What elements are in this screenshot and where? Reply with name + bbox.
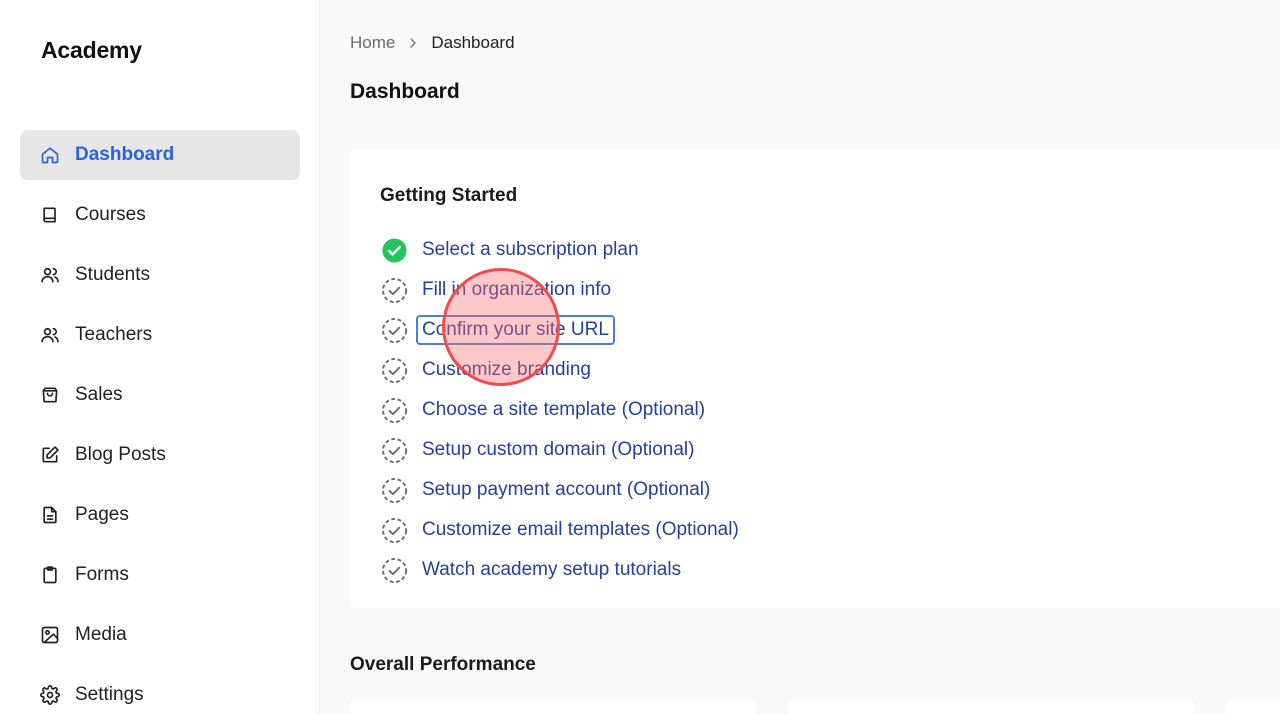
- book-icon: [40, 205, 60, 225]
- main-content: Home Dashboard Dashboard Getting Started…: [321, 0, 1280, 714]
- edit-icon: [40, 445, 60, 465]
- chevron-right-icon: [407, 37, 419, 49]
- sidebar-item-label: Dashboard: [75, 144, 175, 165]
- sidebar-item-forms[interactable]: Forms: [20, 550, 300, 600]
- list-item: Customize email templates (Optional): [380, 510, 745, 550]
- step-link[interactable]: Watch academy setup tutorials: [416, 555, 687, 585]
- dashed-check-circle-icon: [380, 396, 408, 424]
- sidebar-item-sales[interactable]: Sales: [20, 370, 300, 420]
- clipboard-icon: [40, 565, 60, 585]
- sidebar-item-label: Sales: [75, 384, 123, 405]
- step-link[interactable]: Choose a site template (Optional): [416, 395, 711, 425]
- step-link[interactable]: Select a subscription plan: [416, 235, 645, 265]
- sidebar-item-settings[interactable]: Settings: [20, 670, 300, 714]
- list-item: Watch academy setup tutorials: [380, 550, 745, 590]
- dashed-check-circle-icon: [380, 516, 408, 544]
- sidebar-item-media[interactable]: Media: [20, 610, 300, 660]
- users-icon: [40, 325, 60, 345]
- performance-card: [1226, 700, 1280, 714]
- sidebar-item-students[interactable]: Students: [20, 250, 300, 300]
- sidebar-item-pages[interactable]: Pages: [20, 490, 300, 540]
- check-circle-icon: [380, 236, 408, 264]
- performance-card: [788, 700, 1194, 714]
- getting-started-title: Getting Started: [380, 185, 518, 206]
- step-link[interactable]: Confirm your site URL: [416, 315, 615, 345]
- list-item: Fill in organization info: [380, 270, 745, 310]
- dashed-check-circle-icon: [380, 276, 408, 304]
- gear-icon: [40, 685, 60, 705]
- list-item: Setup payment account (Optional): [380, 470, 745, 510]
- step-link[interactable]: Customize email templates (Optional): [416, 515, 745, 545]
- sidebar-item-label: Pages: [75, 504, 129, 525]
- breadcrumb-current: Dashboard: [431, 33, 515, 52]
- breadcrumb-home-link[interactable]: Home: [350, 33, 395, 53]
- list-item: Confirm your site URL: [380, 310, 745, 350]
- overall-performance-title: Overall Performance: [350, 654, 536, 675]
- users-icon: [40, 265, 60, 285]
- step-link[interactable]: Fill in organization info: [416, 275, 617, 305]
- document-icon: [40, 505, 60, 525]
- sidebar-item-blog-posts[interactable]: Blog Posts: [20, 430, 300, 480]
- dashed-check-circle-icon: [380, 316, 408, 344]
- getting-started-list: Select a subscription plan Fill in organ…: [380, 230, 745, 590]
- image-icon: [40, 625, 60, 645]
- home-icon: [40, 145, 60, 165]
- sidebar-item-label: Teachers: [75, 324, 153, 345]
- sidebar: Academy Dashboard Courses Students Teach…: [0, 0, 320, 714]
- sidebar-item-label: Courses: [75, 204, 146, 225]
- step-link[interactable]: Setup custom domain (Optional): [416, 435, 700, 465]
- sidebar-item-dashboard[interactable]: Dashboard: [20, 130, 300, 180]
- dashed-check-circle-icon: [380, 356, 408, 384]
- getting-started-card: Getting Started Select a subscription pl…: [350, 150, 1280, 608]
- breadcrumb: Home Dashboard: [350, 33, 515, 53]
- dashed-check-circle-icon: [380, 436, 408, 464]
- sidebar-item-label: Students: [75, 264, 150, 285]
- dashed-check-circle-icon: [380, 556, 408, 584]
- shopping-bag-icon: [40, 385, 60, 405]
- list-item: Choose a site template (Optional): [380, 390, 745, 430]
- dashed-check-circle-icon: [380, 476, 408, 504]
- step-link[interactable]: Customize branding: [416, 355, 597, 385]
- step-link[interactable]: Setup payment account (Optional): [416, 475, 716, 505]
- sidebar-item-label: Blog Posts: [75, 444, 166, 465]
- sidebar-item-label: Media: [75, 624, 127, 645]
- performance-card: [350, 700, 756, 714]
- brand-title: Academy: [41, 37, 142, 63]
- sidebar-nav: Dashboard Courses Students Teachers Sale…: [20, 130, 300, 714]
- sidebar-item-label: Settings: [75, 684, 144, 705]
- page-title: Dashboard: [350, 80, 460, 103]
- sidebar-item-teachers[interactable]: Teachers: [20, 310, 300, 360]
- sidebar-item-label: Forms: [75, 564, 129, 585]
- list-item: Customize branding: [380, 350, 745, 390]
- list-item: Select a subscription plan: [380, 230, 745, 270]
- list-item: Setup custom domain (Optional): [380, 430, 745, 470]
- sidebar-item-courses[interactable]: Courses: [20, 190, 300, 240]
